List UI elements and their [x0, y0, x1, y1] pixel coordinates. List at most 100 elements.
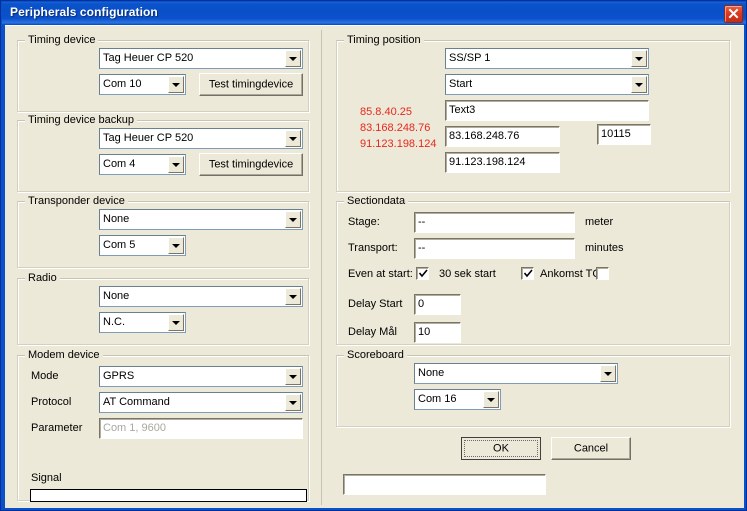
chevron-down-icon[interactable]: [285, 288, 301, 305]
ankomst-tc-label: Ankomst TC: [540, 268, 601, 280]
delay-start-value: 0: [418, 298, 425, 310]
ankomst-tc-checkbox[interactable]: [596, 267, 609, 280]
transponder-device-select[interactable]: None: [99, 209, 303, 230]
sek30-start-checkbox[interactable]: [521, 267, 534, 280]
group-timing-device-backup-legend: Timing device backup: [25, 114, 137, 126]
cancel-button[interactable]: Cancel: [551, 437, 631, 460]
chevron-down-icon[interactable]: [285, 394, 301, 411]
timing-device-port-select[interactable]: Com 10: [99, 74, 186, 95]
timing-position-name-value: Text3: [449, 104, 476, 116]
modem-protocol-label: Protocol: [31, 396, 72, 408]
dialog-client-area: Timing device Tag Heuer CP 520 Com 10 Te…: [5, 25, 744, 508]
detected-address-3: 91.123.198.124: [360, 138, 437, 150]
test-timingdevice-backup-button[interactable]: Test timingdevice: [199, 153, 303, 176]
group-scoreboard-legend: Scoreboard: [344, 349, 407, 361]
transport-label: Transport:: [348, 242, 398, 254]
timing-position-port-value: 10115: [601, 128, 631, 140]
timing-device-port-value: Com 10: [103, 78, 142, 90]
transponder-device-port-select[interactable]: Com 5: [99, 235, 186, 256]
group-radio-legend: Radio: [25, 272, 60, 284]
delay-mal-label: Delay Mål: [348, 326, 397, 338]
test-timingdevice-label: Test timingdevice: [208, 78, 294, 90]
timing-position-name-input[interactable]: Text3: [445, 100, 649, 121]
delay-mal-value: 10: [418, 326, 431, 338]
timing-device-backup-port-select[interactable]: Com 4: [99, 154, 186, 175]
chevron-down-icon[interactable]: [168, 237, 184, 254]
modem-mode-label: Mode: [31, 370, 59, 382]
cancel-button-label: Cancel: [573, 442, 609, 454]
stage-input[interactable]: --: [414, 212, 575, 233]
radio-port-value: N.C.: [103, 316, 125, 328]
modem-parameter-label: Parameter: [31, 422, 83, 434]
chevron-down-icon[interactable]: [285, 130, 301, 147]
timing-position-type-select[interactable]: Start: [445, 74, 649, 95]
scoreboard-port-select[interactable]: Com 16: [414, 389, 501, 410]
chevron-down-icon[interactable]: [168, 76, 184, 93]
window-title: Peripherals configuration: [10, 5, 158, 19]
checkmark-icon: [523, 269, 533, 278]
timing-position-select[interactable]: SS/SP 1: [445, 48, 649, 69]
title-bar[interactable]: Peripherals configuration: [2, 2, 746, 24]
timing-device-backup-value: Tag Heuer CP 520: [103, 132, 194, 144]
scoreboard-device-value: None: [418, 367, 445, 379]
chevron-down-icon[interactable]: [600, 365, 616, 382]
chevron-down-icon[interactable]: [631, 76, 647, 93]
modem-signal-label: Signal: [31, 472, 62, 484]
chevron-down-icon[interactable]: [285, 211, 301, 228]
modem-parameter-input[interactable]: Com 1, 9600: [99, 418, 303, 439]
modem-protocol-value: AT Command: [103, 396, 170, 408]
test-timingdevice-button[interactable]: Test timingdevice: [199, 73, 303, 96]
transport-input[interactable]: --: [414, 238, 575, 259]
chevron-down-icon[interactable]: [483, 391, 499, 408]
timing-device-value: Tag Heuer CP 520: [103, 52, 194, 64]
modem-protocol-select[interactable]: AT Command: [99, 392, 303, 413]
radio-device-select[interactable]: None: [99, 286, 303, 307]
scoreboard-device-select[interactable]: None: [414, 363, 618, 384]
modem-mode-select[interactable]: GPRS: [99, 366, 303, 387]
group-modem-device-legend: Modem device: [25, 349, 103, 361]
status-input[interactable]: [343, 474, 546, 495]
sek30-start-label: 30 sek start: [439, 268, 496, 280]
chevron-down-icon[interactable]: [285, 50, 301, 67]
transponder-device-value: None: [103, 213, 130, 225]
timing-position-type-value: Start: [449, 78, 473, 90]
stage-label: Stage:: [348, 216, 380, 228]
radio-device-value: None: [103, 290, 130, 302]
timing-device-backup-select[interactable]: Tag Heuer CP 520: [99, 128, 303, 149]
stage-value: --: [418, 216, 426, 228]
timing-position-ip-primary-value: 83.168.248.76: [449, 130, 520, 142]
modem-mode-value: GPRS: [103, 370, 135, 382]
delay-mal-input[interactable]: 10: [414, 322, 461, 343]
modem-signal-progressbar: [30, 489, 307, 502]
group-timing-device-legend: Timing device: [25, 34, 99, 46]
detected-address-1: 85.8.40.25: [360, 106, 412, 118]
chevron-down-icon[interactable]: [285, 368, 301, 385]
modem-parameter-placeholder: Com 1, 9600: [103, 422, 166, 434]
column-divider: [321, 30, 322, 505]
even-at-start-label: Even at start:: [348, 268, 413, 280]
transponder-device-port-value: Com 5: [103, 239, 136, 251]
transport-value: --: [418, 242, 426, 254]
timing-device-select[interactable]: Tag Heuer CP 520: [99, 48, 303, 69]
timing-position-ip-secondary-input[interactable]: 91.123.198.124: [445, 152, 560, 173]
chevron-down-icon[interactable]: [168, 314, 184, 331]
timing-position-port-input[interactable]: 10115: [597, 124, 651, 145]
scoreboard-port-value: Com 16: [418, 393, 457, 405]
chevron-down-icon[interactable]: [631, 50, 647, 67]
transport-unit-label: minutes: [585, 242, 624, 254]
close-button[interactable]: [724, 5, 743, 23]
group-transponder-device-legend: Transponder device: [25, 195, 128, 207]
delay-start-label: Delay Start: [348, 298, 403, 310]
close-x-icon: [728, 8, 739, 19]
chevron-down-icon[interactable]: [168, 156, 184, 173]
timing-position-value: SS/SP 1: [449, 52, 491, 64]
radio-port-select[interactable]: N.C.: [99, 312, 186, 333]
delay-start-input[interactable]: 0: [414, 294, 461, 315]
test-timingdevice-backup-label: Test timingdevice: [208, 158, 294, 170]
even-at-start-checkbox[interactable]: [416, 267, 429, 280]
timing-position-ip-secondary-value: 91.123.198.124: [449, 156, 526, 168]
ok-button[interactable]: OK: [461, 437, 541, 460]
timing-position-ip-primary-input[interactable]: 83.168.248.76: [445, 126, 560, 147]
ok-button-label: OK: [493, 442, 509, 454]
checkmark-icon: [418, 269, 428, 278]
